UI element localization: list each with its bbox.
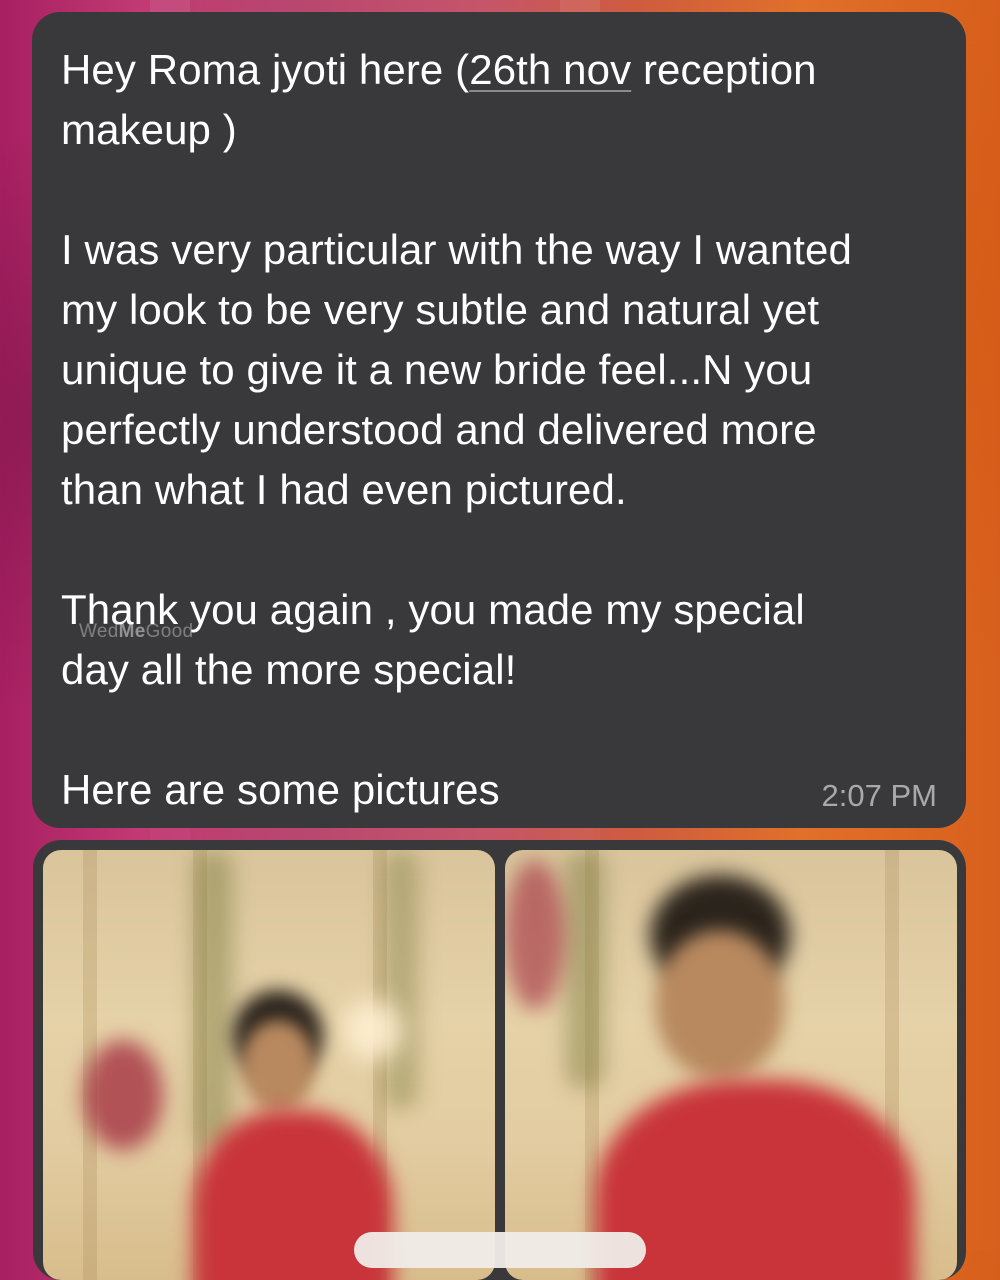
date-link[interactable]: 26th nov bbox=[469, 46, 631, 93]
flower-decoration bbox=[83, 1040, 163, 1150]
flower-decoration bbox=[505, 860, 565, 1010]
bride-face bbox=[241, 1020, 315, 1112]
vine-decoration bbox=[565, 850, 605, 1090]
watermark-logo: WedMeGood bbox=[79, 621, 194, 642]
photo-thumbnail[interactable] bbox=[505, 850, 957, 1280]
vine-decoration bbox=[383, 850, 419, 1110]
message-paragraph-4: Here are some pictures bbox=[61, 766, 500, 813]
message-paragraph-2: I was very particular with the way I wan… bbox=[61, 226, 852, 513]
vine-decoration bbox=[193, 850, 233, 1150]
message-text: Hey Roma jyoti here (26th nov reception … bbox=[61, 40, 936, 820]
message-bubble[interactable]: Hey Roma jyoti here (26th nov reception … bbox=[32, 12, 966, 828]
bride-face bbox=[655, 930, 785, 1080]
photo-attachment-bubble[interactable] bbox=[33, 840, 966, 1280]
reaction-pill[interactable] bbox=[354, 1232, 646, 1268]
message-line-1: Hey Roma jyoti here ( bbox=[61, 46, 470, 93]
photo-thumbnail[interactable] bbox=[43, 850, 495, 1280]
light-glow bbox=[343, 1000, 403, 1060]
message-timestamp: 2:07 PM bbox=[821, 778, 937, 813]
